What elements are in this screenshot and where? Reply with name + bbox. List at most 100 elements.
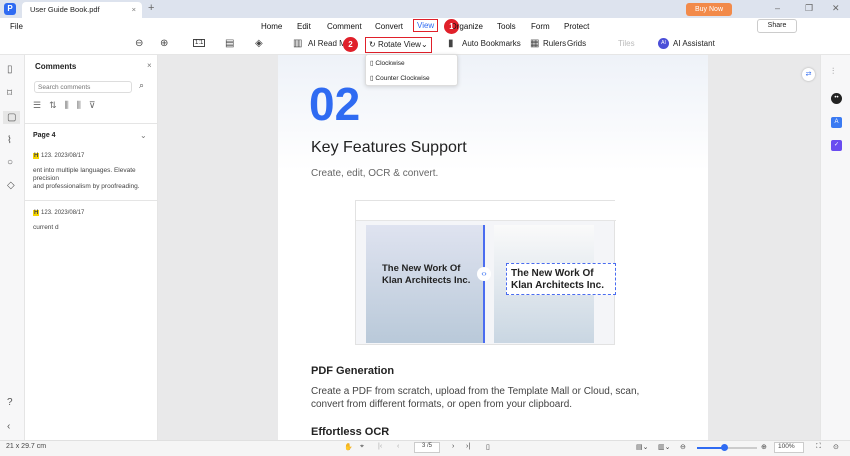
- rotate-view-label: Rotate View: [377, 40, 421, 49]
- select-tool-icon[interactable]: ⌖: [360, 443, 364, 451]
- comment-item[interactable]: H 123. 2023/08/17 ent into multiple lang…: [33, 153, 151, 191]
- bookmark-icon[interactable]: ▮: [448, 38, 454, 49]
- comment-text: ent into multiple languages. Elevate pre…: [33, 167, 136, 182]
- layers-icon[interactable]: ◇: [7, 180, 15, 191]
- panel-title: Comments: [35, 62, 77, 71]
- right-rail: [820, 55, 850, 440]
- ai-read-mode-button[interactable]: AI Read M: [308, 39, 344, 48]
- menu-comment[interactable]: Comment: [327, 22, 362, 31]
- zoom-in-status-icon[interactable]: ⊕: [761, 443, 767, 451]
- grids-button[interactable]: Grids: [567, 39, 586, 48]
- actual-size-button[interactable]: 1:1: [193, 39, 206, 47]
- close-panel-icon[interactable]: ×: [147, 61, 152, 70]
- comment-meta: 123. 2023/08/17: [41, 153, 85, 159]
- comment-text: and professionalism by proofreading.: [33, 183, 140, 190]
- page-number-input[interactable]: 3 /5: [414, 442, 440, 453]
- step-badge-2: 2: [343, 37, 358, 52]
- document-tab[interactable]: User Guide Book.pdf ×: [22, 2, 142, 18]
- search-icon[interactable]: ⌕: [139, 80, 144, 91]
- minimize-icon[interactable]: –: [775, 3, 780, 13]
- compare-divider: [483, 225, 485, 343]
- translate-icon[interactable]: ⇄: [802, 68, 815, 81]
- compare-handle-icon: ‹›: [477, 267, 491, 281]
- section-heading: PDF Generation: [311, 365, 395, 377]
- file-menu[interactable]: File: [10, 22, 23, 31]
- page-layout-icon[interactable]: ▤: [225, 38, 234, 49]
- page-subtitle: Create, edit, OCR & convert.: [311, 168, 439, 179]
- page-size: 21 x 29.7 cm: [6, 443, 47, 450]
- buy-now-button[interactable]: Buy Now: [686, 3, 732, 16]
- rotate-page-icon[interactable]: ▯: [486, 443, 490, 451]
- rotate-icon: ↻: [369, 40, 376, 49]
- close-tab-icon[interactable]: ×: [132, 5, 136, 14]
- zoom-out-status-icon[interactable]: ⊖: [680, 443, 686, 451]
- last-page-icon[interactable]: ›|: [466, 443, 470, 450]
- attachment-icon[interactable]: ⌇: [7, 135, 12, 146]
- ruler-icon[interactable]: ▦: [530, 38, 539, 49]
- comment-meta: 123. 2023/08/17: [41, 210, 85, 216]
- fit-screen-icon[interactable]: ⛶: [816, 443, 821, 451]
- highlight-badge: H: [33, 210, 40, 216]
- menu-form[interactable]: Form: [531, 22, 550, 31]
- comment-panel-icon[interactable]: ▢: [3, 111, 21, 124]
- zoom-in-icon[interactable]: ⊕: [160, 38, 168, 49]
- share-button[interactable]: Share: [757, 19, 797, 33]
- search-panel-icon[interactable]: ○: [7, 157, 13, 168]
- search-comments-input[interactable]: [34, 81, 132, 93]
- counter-clockwise-option[interactable]: ▯ Counter Clockwise: [370, 74, 430, 82]
- hand-tool-icon[interactable]: ✋: [344, 443, 353, 451]
- menu-organize[interactable]: Organize: [453, 22, 483, 31]
- next-page-icon[interactable]: ›: [452, 443, 454, 450]
- zoom-slider[interactable]: [697, 444, 757, 451]
- screenshot-toolbar: [356, 201, 616, 221]
- properties-icon[interactable]: ⫶: [832, 66, 834, 77]
- section-heading: Effortless OCR: [311, 426, 390, 438]
- comment-text: current d: [33, 224, 59, 231]
- close-window-icon[interactable]: ✕: [832, 3, 840, 14]
- auto-bookmarks-button[interactable]: Auto Bookmarks: [462, 39, 521, 48]
- rotate-view-button[interactable]: ↻ Rotate View⌄: [365, 37, 432, 53]
- paragraph-line: convert from different formats, or open …: [311, 399, 573, 410]
- help-icon[interactable]: ?: [7, 397, 13, 408]
- translate-panel-icon[interactable]: A: [831, 117, 842, 128]
- collapse-icon[interactable]: ‹: [7, 421, 10, 432]
- divider: [25, 123, 158, 124]
- zoom-out-icon[interactable]: ⊖: [135, 38, 143, 49]
- menu-view[interactable]: View: [413, 19, 439, 32]
- more-options-icon[interactable]: ⊙: [833, 443, 839, 451]
- ai-bot-icon[interactable]: ••: [831, 93, 842, 104]
- ai-assistant-icon: AI: [658, 38, 669, 49]
- menu-edit[interactable]: Edit: [297, 22, 311, 31]
- tab-title: User Guide Book.pdf: [30, 5, 100, 14]
- prev-page-icon[interactable]: ‹: [397, 443, 399, 450]
- zoom-select[interactable]: 100%: [774, 442, 804, 453]
- page-thumbnail-icon[interactable]: ▯: [7, 64, 13, 75]
- comments-panel: Comments × ⌕ ☰⇅⫼⫼⊽ Page 4 ⌄ H 123. 2023/…: [25, 55, 158, 440]
- menu-protect[interactable]: Protect: [564, 22, 589, 31]
- bookmark-panel-icon[interactable]: ⌑: [7, 88, 12, 99]
- menu-home[interactable]: Home: [261, 22, 282, 31]
- highlight-badge: H: [33, 153, 40, 159]
- comment-filter-tools[interactable]: ☰⇅⫼⫼⊽: [33, 100, 103, 111]
- rotate-view-dropdown: ▯ Clockwise ▯ Counter Clockwise: [365, 54, 458, 86]
- check-icon[interactable]: ✓: [831, 140, 842, 151]
- menu-tools[interactable]: Tools: [497, 22, 516, 31]
- new-tab-button[interactable]: +: [148, 2, 154, 14]
- maximize-icon[interactable]: ❐: [805, 3, 813, 14]
- reading-mode-icon[interactable]: ▥⌄: [658, 443, 670, 451]
- app-logo-icon: P: [4, 3, 16, 15]
- option-label: Counter Clockwise: [375, 75, 430, 82]
- section-paragraph: Create a PDF from scratch, upload from t…: [311, 385, 639, 411]
- clockwise-option[interactable]: ▯ Clockwise: [370, 59, 405, 67]
- menu-convert[interactable]: Convert: [375, 22, 403, 31]
- comment-item[interactable]: H 123. 2023/08/17 current d: [33, 210, 84, 231]
- fill-color-icon[interactable]: ◈: [255, 38, 263, 49]
- rulers-button[interactable]: Rulers: [543, 39, 566, 48]
- chevron-down-icon[interactable]: ⌄: [140, 131, 147, 140]
- first-page-icon[interactable]: |‹: [378, 443, 382, 450]
- ai-assistant-button[interactable]: AI Assistant: [673, 39, 715, 48]
- tiles-button[interactable]: Tiles: [618, 39, 635, 48]
- page-heading: Key Features Support: [311, 139, 467, 156]
- ai-read-icon[interactable]: ▥: [293, 38, 302, 49]
- page-mode-icon[interactable]: ▤⌄: [636, 443, 648, 451]
